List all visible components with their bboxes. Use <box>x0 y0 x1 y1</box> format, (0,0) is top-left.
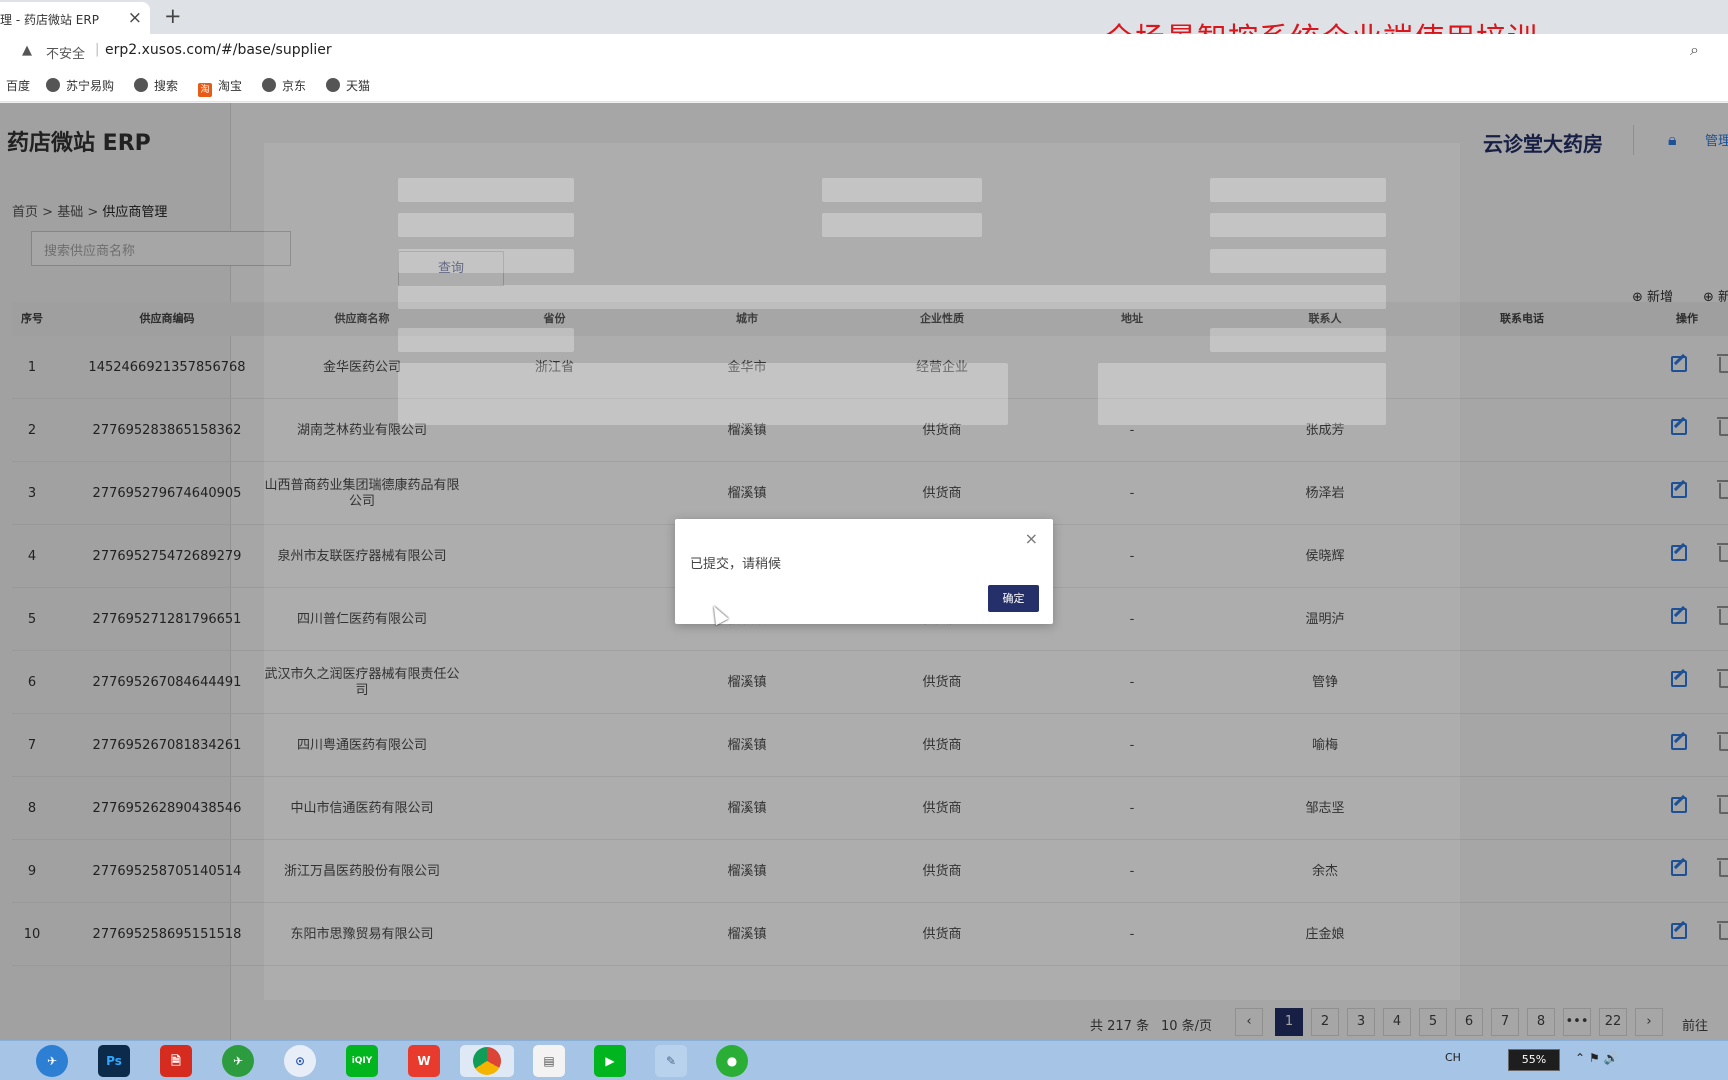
ghost-field <box>398 213 574 237</box>
globe-icon <box>326 78 340 92</box>
ghost-field <box>822 178 982 202</box>
ghost-field <box>398 178 574 202</box>
media-app-icon[interactable]: ▶ <box>594 1045 626 1077</box>
ghost-field <box>398 328 574 352</box>
ghost-field <box>398 285 1386 309</box>
ghost-field <box>1098 363 1386 425</box>
ghost-field <box>398 363 1008 425</box>
close-icon[interactable]: × <box>1025 529 1038 548</box>
bookmark-tmall[interactable]: 天猫 <box>326 77 370 94</box>
battery-indicator[interactable]: 55% <box>1508 1049 1560 1071</box>
photoshop-icon[interactable]: Ps <box>98 1045 130 1077</box>
ghost-field <box>822 213 982 237</box>
warning-icon: ▲ <box>22 43 32 58</box>
new-tab-button[interactable]: + <box>164 4 182 28</box>
ghost-field <box>1210 249 1386 273</box>
confirm-button[interactable]: 确定 <box>988 585 1039 612</box>
url-text[interactable]: erp2.xusos.com/#/base/supplier <box>105 42 332 58</box>
browser-tab[interactable]: 理 - 药店微站 ERP × <box>0 2 150 34</box>
wps-icon[interactable]: W <box>408 1045 440 1077</box>
tray-icons[interactable]: ⌃⚑🔊 <box>1575 1051 1623 1065</box>
tab-close-icon[interactable]: × <box>128 8 142 28</box>
ghost-field <box>1210 328 1386 352</box>
address-bar[interactable]: ▲ 不安全 | erp2.xusos.com/#/base/supplier ⌕ <box>0 34 1728 70</box>
bookmark-taobao[interactable]: 淘淘宝 <box>198 77 242 97</box>
tab-title: 理 - 药店微站 ERP <box>0 13 99 27</box>
globe-icon <box>134 78 148 92</box>
search-icon[interactable]: ⌕ <box>1690 40 1699 60</box>
url-separator: | <box>95 42 100 57</box>
taskbar: ✈ Ps 🗎 ✈ ⊙ iQIY W ▤ ▶ ✎ ● CH 55% ⌃⚑🔊 <box>0 1040 1728 1080</box>
bookmark-suning[interactable]: 苏宁易购 <box>46 77 114 94</box>
bookmarks-bar: 百度 苏宁易购 搜索 淘淘宝 京东 天猫 <box>0 70 1728 102</box>
pdf-icon[interactable]: 🗎 <box>160 1045 192 1077</box>
iqiyi-icon[interactable]: iQIY <box>346 1045 378 1077</box>
bookmark-baidu[interactable]: 百度 <box>6 77 30 94</box>
dialog-message: 已提交，请稍候 <box>690 557 782 572</box>
ghost-field <box>1210 213 1386 237</box>
globe-app-icon[interactable]: ✈ <box>222 1045 254 1077</box>
ghost-field <box>398 249 574 273</box>
tray-language[interactable]: CH <box>1445 1051 1461 1064</box>
notepad-icon[interactable]: ▤ <box>533 1045 565 1077</box>
submit-dialog: × 已提交，请稍候 确定 <box>675 519 1053 624</box>
globe-icon <box>46 78 60 92</box>
browser-app-icon[interactable]: ⊙ <box>284 1045 316 1077</box>
bookmark-search[interactable]: 搜索 <box>134 77 178 94</box>
ghost-field <box>1210 178 1386 202</box>
globe-icon <box>262 78 276 92</box>
bird-app-icon[interactable]: ✈ <box>36 1045 68 1077</box>
edit-app-icon[interactable]: ✎ <box>655 1045 687 1077</box>
wechat-icon[interactable]: ● <box>716 1045 748 1077</box>
chrome-icon[interactable] <box>460 1045 514 1077</box>
taobao-icon: 淘 <box>198 83 212 97</box>
insecure-label: 不安全 <box>46 47 86 62</box>
bookmark-jd[interactable]: 京东 <box>262 77 306 94</box>
